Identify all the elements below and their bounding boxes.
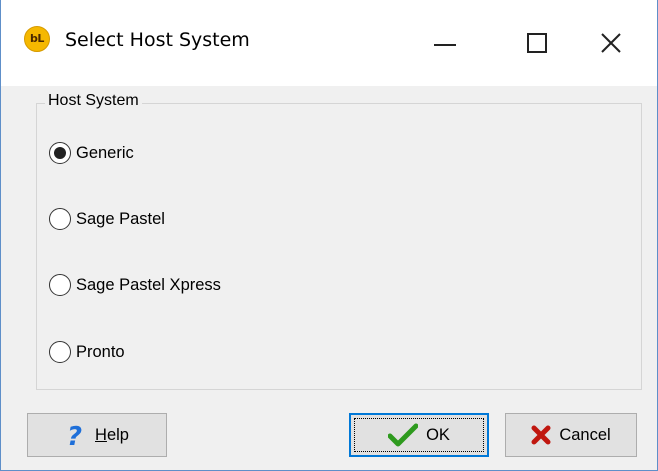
cancel-button-label: Cancel xyxy=(559,425,611,444)
x-mark-icon xyxy=(531,425,551,445)
title-bar[interactable]: bL Select Host System xyxy=(1,0,657,86)
radio-label: Pronto xyxy=(76,342,125,361)
minimize-icon xyxy=(434,44,456,46)
radio-circle[interactable] xyxy=(49,208,71,230)
radio-generic[interactable]: Generic xyxy=(49,141,134,165)
radio-circle[interactable] xyxy=(49,142,71,164)
radio-label: Sage Pastel xyxy=(76,209,165,228)
cancel-button[interactable]: Cancel xyxy=(505,413,637,457)
minimize-button[interactable] xyxy=(399,0,491,86)
maximize-icon xyxy=(527,33,547,53)
focus-ring xyxy=(354,418,484,452)
radio-circle[interactable] xyxy=(49,341,71,363)
radio-circle[interactable] xyxy=(49,274,71,296)
window-title: Select Host System xyxy=(65,29,250,51)
app-logo-icon: bL xyxy=(24,26,50,52)
groupbox-legend: Host System xyxy=(45,92,142,110)
svg-text:?: ? xyxy=(67,422,82,448)
help-button[interactable]: ? Help xyxy=(27,413,167,457)
close-icon xyxy=(601,33,621,53)
radio-label: Sage Pastel Xpress xyxy=(76,275,221,294)
radio-label: Generic xyxy=(76,143,134,162)
help-button-label: Help xyxy=(95,425,129,444)
radio-sage-pastel-xpress[interactable]: Sage Pastel Xpress xyxy=(49,273,221,297)
radio-sage-pastel[interactable]: Sage Pastel xyxy=(49,207,165,231)
close-button[interactable] xyxy=(565,0,657,86)
dialog-window: bL Select Host System Host System Generi… xyxy=(0,0,658,471)
question-mark-icon: ? xyxy=(65,422,87,448)
radio-pronto[interactable]: Pronto xyxy=(49,340,125,364)
ok-button[interactable]: OK xyxy=(349,413,489,457)
radio-selected-dot xyxy=(54,147,66,159)
